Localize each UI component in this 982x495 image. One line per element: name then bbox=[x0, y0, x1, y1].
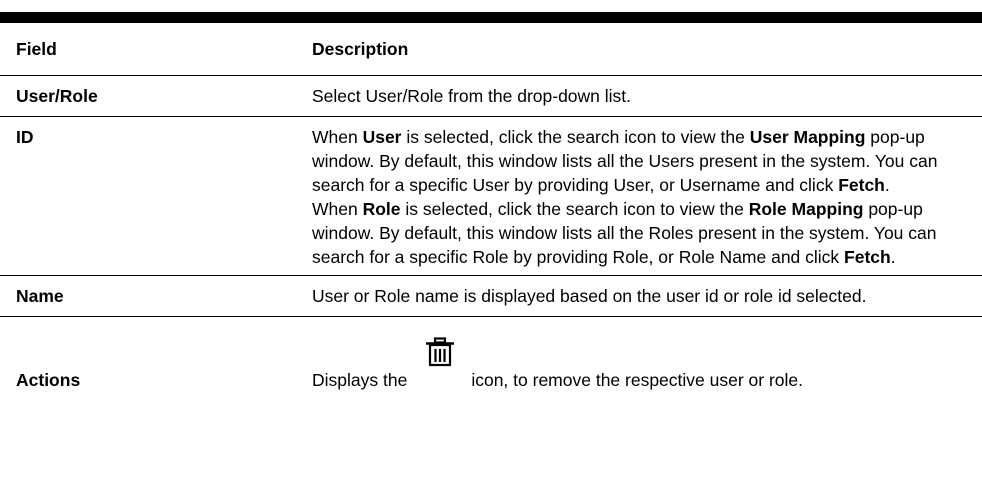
description-column-header: Description bbox=[298, 23, 982, 76]
table-row-actions: Actions Displays the icon, to remove the… bbox=[0, 316, 982, 406]
bold-term-user-mapping: User Mapping bbox=[749, 126, 866, 147]
description-id-paragraph-user: When User is selected, click the search … bbox=[312, 125, 978, 197]
table-row-name: Name User or Role name is displayed base… bbox=[0, 275, 982, 317]
description-actions: Displays the icon, to remove the respect… bbox=[298, 316, 982, 406]
text-segment: When bbox=[312, 198, 363, 219]
top-rule bbox=[0, 12, 982, 23]
text-segment: icon, to remove the respective user or r… bbox=[471, 369, 804, 390]
table-row-user-role: User/Role Select User/Role from the drop… bbox=[0, 75, 982, 117]
bold-term-user: User bbox=[362, 126, 402, 147]
bold-term-fetch: Fetch bbox=[844, 246, 891, 267]
field-name-name: Name bbox=[0, 275, 298, 317]
field-name-actions: Actions bbox=[16, 369, 81, 390]
description-id: When User is selected, click the search … bbox=[298, 116, 982, 276]
field-column-header: Field bbox=[0, 23, 298, 76]
bold-term-role-mapping: Role Mapping bbox=[748, 198, 864, 219]
trash-icon bbox=[423, 336, 457, 367]
description-name: User or Role name is displayed based on … bbox=[298, 275, 982, 317]
text-segment: When bbox=[312, 126, 363, 147]
text-segment: Displays the bbox=[312, 369, 408, 390]
text-segment: is selected, click the search icon to vi… bbox=[400, 198, 749, 219]
description-id-paragraph-role: When Role is selected, click the search … bbox=[312, 197, 978, 269]
field-name-user-role: User/Role bbox=[0, 75, 298, 117]
bold-term-role: Role bbox=[362, 198, 401, 219]
text-segment: is selected, click the search icon to vi… bbox=[401, 126, 750, 147]
text-segment: . bbox=[890, 246, 896, 267]
table-row-id: ID When User is selected, click the sear… bbox=[0, 116, 982, 276]
description-user-role: Select User/Role from the drop-down list… bbox=[298, 75, 982, 117]
field-description-table: Field Description User/Role Select User/… bbox=[0, 23, 982, 406]
table-header-row: Field Description bbox=[0, 23, 982, 76]
field-name-id: ID bbox=[0, 116, 298, 276]
text-segment: . bbox=[884, 174, 890, 195]
bold-term-fetch: Fetch bbox=[838, 174, 885, 195]
